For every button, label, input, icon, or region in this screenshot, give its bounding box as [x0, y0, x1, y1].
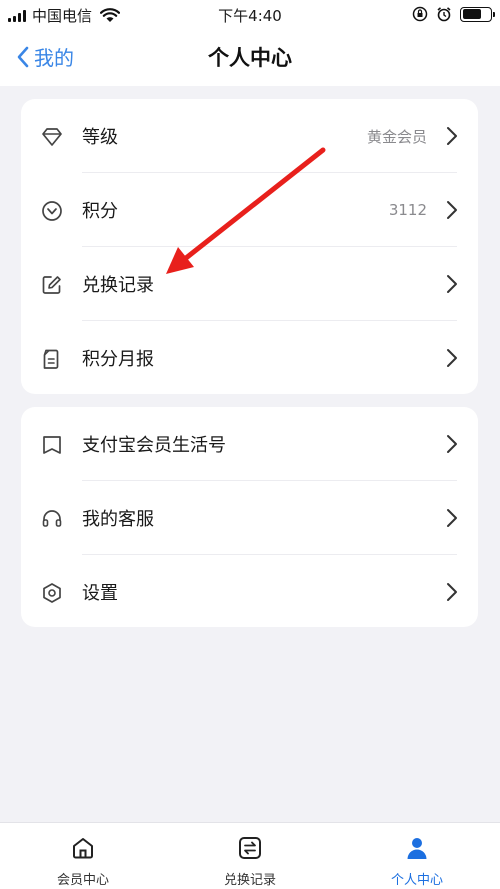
status-right [412, 6, 495, 22]
row-points-label: 积分 [82, 201, 118, 222]
row-exchange-records-label: 兑换记录 [82, 275, 154, 296]
row-level-value: 黄金会员 [366, 127, 427, 146]
row-alipay-life[interactable]: 支付宝会员生活号 [21, 407, 478, 481]
edit-icon [42, 276, 61, 294]
chevron-right-icon [447, 349, 457, 367]
nav-bar: 我的 个人中心 [0, 30, 500, 86]
row-points-value: 3112 [388, 201, 427, 219]
row-monthly-report[interactable]: 积分月报 [21, 321, 478, 395]
tab-personal-center-label: 个人中心 [390, 873, 443, 888]
row-settings[interactable]: 设置 [21, 555, 478, 629]
exchange-icon [239, 837, 261, 859]
headset-icon [42, 510, 62, 527]
membership-card: 等级 黄金会员 积分 3112 兑换记录 积分月报 [21, 99, 478, 394]
home-icon [73, 838, 93, 859]
battery-level [462, 9, 482, 19]
row-exchange-records[interactable]: 兑换记录 [21, 247, 478, 321]
status-bar: 中国电信 下午4:40 [0, 0, 500, 30]
battery-icon [460, 6, 495, 22]
settings-icon [43, 583, 61, 603]
chevron-right-icon [447, 201, 457, 219]
diamond-icon [42, 128, 62, 146]
tab-exchange-records[interactable]: 兑换记录 [167, 823, 333, 889]
chevron-right-icon [447, 435, 457, 453]
row-settings-label: 设置 [82, 583, 118, 604]
tab-exchange-records-label: 兑换记录 [223, 873, 276, 888]
row-points[interactable]: 积分 3112 [21, 173, 478, 247]
row-alipay-life-label: 支付宝会员生活号 [82, 435, 226, 456]
alarm-icon [437, 7, 451, 22]
row-level-label: 等级 [82, 127, 118, 148]
bookmark-icon [43, 436, 61, 454]
services-card: 支付宝会员生活号 我的客服 设置 [21, 407, 478, 627]
chevron-right-icon [447, 127, 457, 145]
row-customer-service-label: 我的客服 [82, 509, 154, 530]
row-monthly-report-label: 积分月报 [82, 349, 154, 370]
chevron-right-icon [447, 275, 457, 293]
tab-member-center[interactable]: 会员中心 [0, 823, 166, 889]
tab-member-center-label: 会员中心 [56, 873, 109, 888]
row-level[interactable]: 等级 黄金会员 [21, 99, 478, 173]
coin-icon [42, 201, 62, 221]
tab-personal-center[interactable]: 个人中心 [334, 823, 500, 889]
rotation-lock-icon [412, 6, 428, 22]
chevron-right-icon [447, 509, 457, 527]
report-icon [43, 349, 59, 369]
chevron-right-icon [447, 583, 457, 601]
row-customer-service[interactable]: 我的客服 [21, 481, 478, 555]
page-title: 个人中心 [208, 46, 292, 70]
tab-bar: 会员中心 兑换记录 个人中心 [0, 822, 500, 889]
person-icon [407, 838, 427, 859]
